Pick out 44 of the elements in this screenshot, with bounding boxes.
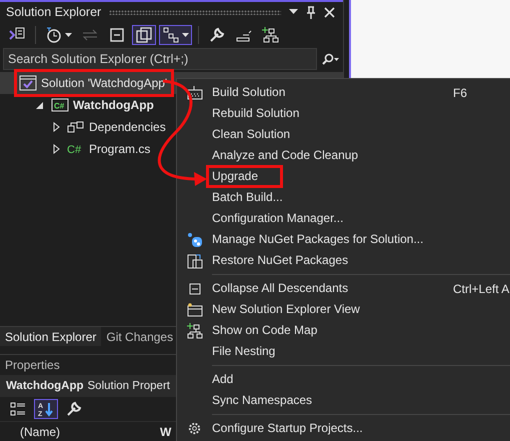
panel-tab[interactable]: Git Changes <box>101 326 178 346</box>
dependencies-icon <box>67 120 85 134</box>
menu-item[interactable]: Rebuild Solution <box>177 103 510 124</box>
menu-item[interactable]: Manage NuGet Packages for Solution... <box>177 229 510 250</box>
pin-icon[interactable] <box>306 6 316 18</box>
object-type: Solution Propert <box>88 380 170 392</box>
menu-item[interactable]: Configuration Manager... <box>177 208 510 229</box>
expanded-arrow-icon[interactable] <box>35 100 45 110</box>
menu-item[interactable]: Clean Solution <box>177 124 510 145</box>
menu-item[interactable]: Add <box>177 369 510 390</box>
property-name: (Name) <box>19 424 62 438</box>
collapsed-arrow-icon[interactable] <box>51 144 61 154</box>
menu-item[interactable]: File Nesting <box>177 341 510 362</box>
nuget-icon <box>186 232 202 248</box>
collapsed-arrow-icon[interactable] <box>51 122 61 132</box>
tree-view-icon[interactable] <box>159 25 192 45</box>
new-window-icon <box>186 302 202 316</box>
close-icon[interactable] <box>324 6 335 18</box>
build-icon <box>186 86 202 100</box>
menu-item[interactable]: Analyze and Code Cleanup <box>177 145 510 166</box>
code-map-icon <box>186 322 202 338</box>
csharp-file-icon: C# <box>67 142 85 156</box>
menu-item[interactable]: Batch Build... <box>177 187 510 208</box>
object-name: WatchdogApp <box>6 380 84 392</box>
property-value: W <box>160 424 172 438</box>
dropdown-icon[interactable] <box>289 9 298 15</box>
menu-item[interactable]: Sync Namespaces <box>177 390 510 411</box>
menu-item[interactable]: Upgrade <box>177 166 510 187</box>
panel-tab[interactable]: Solution Explorer <box>0 326 102 346</box>
menu-item[interactable]: Show on Code Map <box>177 320 510 341</box>
panel-title: Solution Explorer <box>6 5 102 19</box>
collapse-icon <box>188 282 200 294</box>
menu-item[interactable]: New Solution Explorer View <box>177 299 510 320</box>
solution-icon <box>19 75 37 91</box>
search-icon[interactable] <box>320 53 340 65</box>
gear-icon <box>187 421 202 436</box>
menu-item[interactable]: Restore NuGet Packages <box>177 250 510 271</box>
menu-item[interactable]: Configure Startup Projects... <box>177 418 510 439</box>
show-all-icon[interactable] <box>132 25 156 45</box>
restore-icon <box>186 252 202 268</box>
csharp-project-icon: C# <box>51 98 69 112</box>
menu-item[interactable]: Collapse All Descendants Ctrl+Left A <box>177 278 510 299</box>
search-field[interactable]: Search Solution Explorer (Ctrl+;) <box>3 48 317 70</box>
properties-title: Properties <box>5 358 60 372</box>
